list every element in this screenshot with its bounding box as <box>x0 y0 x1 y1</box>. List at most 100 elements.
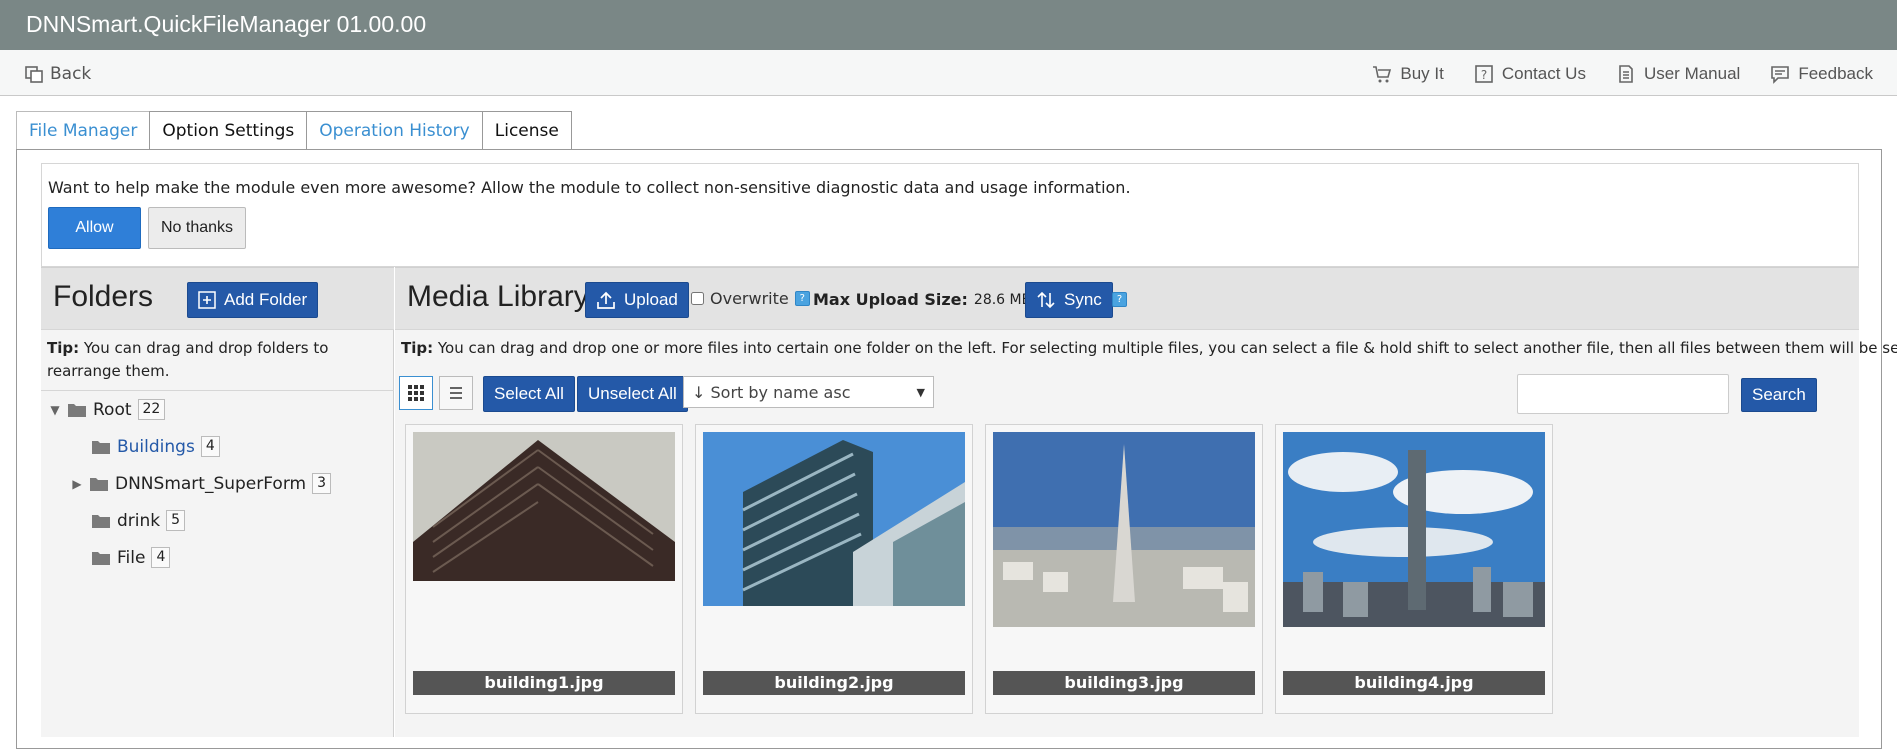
back-link[interactable]: Back <box>24 64 91 84</box>
folder-icon <box>90 477 108 491</box>
tree-divider <box>41 390 394 391</box>
app-title: DNNSmart.QuickFileManager 01.00.00 <box>26 11 427 37</box>
folder-label: Root <box>93 399 132 420</box>
feedback-label: Feedback <box>1798 64 1873 83</box>
thumbnail-building1 <box>413 432 675 581</box>
file-name: building4.jpg <box>1283 671 1545 695</box>
top-toolbar: Back Buy It ? Contact Us User Manual Fee… <box>0 50 1897 96</box>
media-tip: Tip: You can drag and drop one or more f… <box>401 339 1897 357</box>
grid-icon <box>408 385 424 401</box>
folder-node-superform[interactable]: ▶ DNNSmart_SuperForm 3 <box>71 473 331 494</box>
folder-icon <box>92 551 110 565</box>
buy-it-label: Buy It <box>1400 64 1444 83</box>
buy-it-link[interactable]: Buy It <box>1372 64 1444 84</box>
thumbnail-building2 <box>703 432 965 606</box>
folder-node-root[interactable]: ▼ Root 22 <box>49 399 166 420</box>
folder-node-file[interactable]: File 4 <box>91 547 171 568</box>
back-icon <box>25 66 43 83</box>
file-card[interactable]: building1.jpg <box>405 424 683 714</box>
media-library-pane: Media Library Upload Overwrite ? Max Upl… <box>395 267 1897 737</box>
tab-option-settings[interactable]: Option Settings <box>149 111 308 150</box>
upload-button[interactable]: Upload <box>585 282 689 318</box>
folder-count: 4 <box>200 436 220 457</box>
help-icon[interactable]: ? <box>794 291 810 306</box>
title-bar: DNNSmart.QuickFileManager 01.00.00 <box>0 0 1897 50</box>
main-tabs: File Manager Option Settings Operation H… <box>16 111 572 150</box>
media-tip-label: Tip: <box>401 339 434 357</box>
document-icon <box>1619 65 1633 83</box>
folder-node-drink[interactable]: drink 5 <box>91 510 186 531</box>
media-tip-text: You can drag and drop one or more files … <box>433 339 1897 357</box>
contact-us-link[interactable]: ? Contact Us <box>1474 64 1586 84</box>
add-folder-button[interactable]: Add Folder <box>187 282 319 318</box>
grid-view-button[interactable] <box>399 376 433 410</box>
folder-label: DNNSmart_SuperForm <box>115 473 307 494</box>
plus-square-icon <box>198 291 216 309</box>
folders-tip-text: You can drag and drop folders to rearran… <box>47 339 329 380</box>
caret-down-icon[interactable]: ▼ <box>49 403 61 417</box>
sync-arrows-icon <box>1037 291 1055 309</box>
comment-icon <box>1771 66 1790 84</box>
overwrite-option[interactable]: Overwrite ? <box>691 289 810 308</box>
file-name: building2.jpg <box>703 671 965 695</box>
cart-icon <box>1373 66 1392 83</box>
search-button[interactable]: Search <box>1741 378 1817 412</box>
overwrite-label: Overwrite <box>710 289 789 308</box>
user-manual-label: User Manual <box>1643 64 1741 83</box>
caret-right-icon[interactable]: ▶ <box>71 477 83 491</box>
help-icon[interactable]: ? <box>1112 292 1127 307</box>
thumbnail-building3 <box>993 432 1255 627</box>
file-card[interactable]: building3.jpg <box>985 424 1263 714</box>
max-upload-label: Max Upload Size: <box>813 290 968 309</box>
max-upload-value: 28.6 MB <box>973 291 1032 308</box>
feedback-link[interactable]: Feedback <box>1770 64 1873 84</box>
sort-selected-value: ↓ Sort by name asc <box>692 382 851 402</box>
overwrite-checkbox[interactable] <box>691 292 704 305</box>
no-thanks-button[interactable]: No thanks <box>148 207 246 249</box>
media-title: Media Library <box>407 280 589 313</box>
folders-tip-label: Tip: <box>47 339 80 357</box>
folder-icon <box>92 514 110 528</box>
folders-tip: Tip: You can drag and drop folders to re… <box>47 337 387 383</box>
back-label: Back <box>50 64 92 84</box>
select-all-button[interactable]: Select All <box>483 376 575 412</box>
folder-label: Buildings <box>117 436 195 457</box>
sort-select[interactable]: ↓ Sort by name asc ▼ <box>683 376 934 408</box>
file-card[interactable]: building4.jpg <box>1275 424 1553 714</box>
folders-header: Folders Add Folder <box>41 267 394 330</box>
media-header: Media Library Upload Overwrite ? Max Upl… <box>395 267 1859 330</box>
notice-message: Want to help make the module even more a… <box>48 178 1131 197</box>
folder-icon <box>68 403 86 417</box>
folders-title: Folders <box>53 280 154 313</box>
folder-label: File <box>117 547 146 568</box>
folders-pane: Folders Add Folder Tip: You can drag and… <box>41 267 394 737</box>
file-name: building1.jpg <box>413 671 675 695</box>
file-manager-panel: Want to help make the module even more a… <box>16 149 1897 749</box>
unselect-all-button[interactable]: Unselect All <box>577 376 688 412</box>
contact-us-label: Contact Us <box>1501 64 1586 83</box>
allow-button[interactable]: Allow <box>48 207 141 249</box>
sync-label: Sync <box>1064 290 1102 309</box>
tab-license[interactable]: License <box>481 111 572 150</box>
list-view-button[interactable] <box>439 376 473 410</box>
folder-icon <box>92 440 110 454</box>
upload-label: Upload <box>624 290 678 309</box>
folder-count: 4 <box>151 547 171 568</box>
user-manual-link[interactable]: User Manual <box>1616 64 1740 84</box>
folder-count: 5 <box>166 510 186 531</box>
file-card[interactable]: building2.jpg <box>695 424 973 714</box>
sync-button[interactable]: Sync <box>1025 282 1113 318</box>
thumbnail-building4 <box>1283 432 1545 627</box>
add-folder-label: Add Folder <box>224 290 308 309</box>
tab-file-manager[interactable]: File Manager <box>16 111 151 150</box>
file-grid: building1.jpg building2.jpg building3.jp… <box>405 424 1553 714</box>
folder-label: drink <box>117 510 161 531</box>
file-name: building3.jpg <box>993 671 1255 695</box>
folder-node-buildings[interactable]: Buildings 4 <box>91 436 220 457</box>
diagnostic-notice: Want to help make the module even more a… <box>41 163 1859 267</box>
question-icon: ? <box>1475 65 1493 83</box>
tab-operation-history[interactable]: Operation History <box>306 111 483 150</box>
upload-icon <box>597 291 615 309</box>
top-links: Buy It ? Contact Us User Manual Feedback <box>1372 64 1873 84</box>
search-input[interactable] <box>1517 374 1729 414</box>
